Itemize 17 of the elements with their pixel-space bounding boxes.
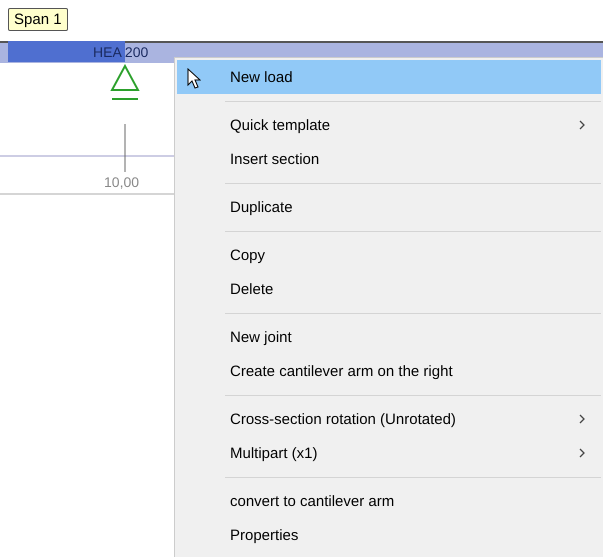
beam-label: HEA 200 [93,44,148,60]
support-icon [110,64,140,100]
menu-item[interactable]: Create cantilever arm on the right [177,354,601,388]
cursor-icon [187,68,201,90]
menu-item[interactable]: convert to cantilever arm [177,484,601,518]
menu-item[interactable]: Copy [177,238,601,272]
menu-item[interactable]: New joint [177,320,601,354]
menu-item[interactable]: Properties [177,518,601,552]
dimension-label: 10,00 [104,174,140,190]
span-tooltip: Span 1 [8,8,68,31]
menu-item[interactable]: Insert section [177,142,601,176]
menu-item[interactable]: Duplicate [177,190,601,224]
menu-item[interactable]: New load [177,60,601,94]
menu-item[interactable]: Delete [177,272,601,306]
menu-item[interactable]: Cross-section rotation (Unrotated) [177,402,601,436]
menu-item[interactable]: Quick template [177,108,601,142]
menu-item[interactable]: Multipart (x1) [177,436,601,470]
